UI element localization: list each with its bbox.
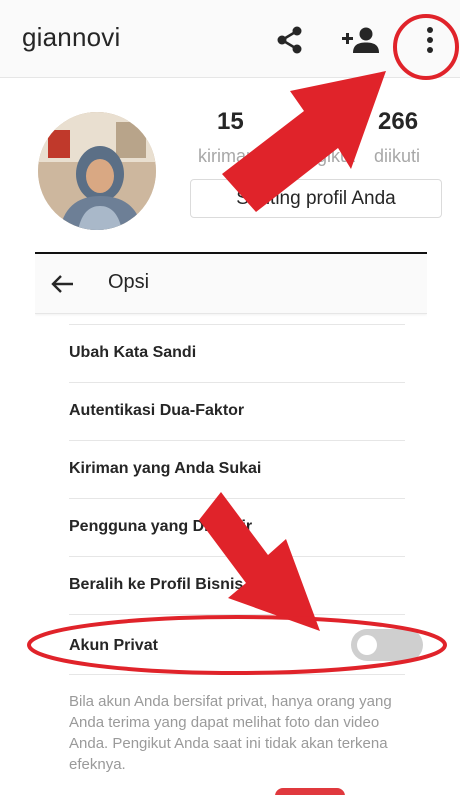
share-icon[interactable] [270,20,310,60]
options-title: Opsi [108,271,150,293]
menu-item-liked-posts[interactable]: Kiriman yang Anda Sukai [69,441,405,499]
partial-red-element [275,788,345,795]
profile-username: giannovi [22,22,121,52]
menu-item-label: Pengguna yang Diblokir [69,518,253,535]
private-account-toggle[interactable] [351,629,423,661]
following-label: diikuti [374,146,421,166]
more-vertical-icon[interactable] [410,20,450,60]
followers-label: pengikut [287,146,356,166]
toggle-knob [357,635,377,655]
options-screen: Opsi Ubah Kata Sandi Autentikasi Dua-Fak… [35,254,427,795]
menu-item-label: Beralih ke Profil Bisnis [69,576,244,593]
profile-header: giannovi [0,0,460,78]
menu-item-blocked-users[interactable]: Pengguna yang Diblokir [69,499,405,557]
menu-item-switch-business[interactable]: Beralih ke Profil Bisnis [69,557,405,615]
back-arrow-icon[interactable] [49,270,77,298]
add-person-icon[interactable] [340,20,380,60]
edit-profile-button[interactable]: Sunting profil Anda [190,179,442,218]
menu-item-label: Kiriman yang Anda Sukai [69,460,262,477]
menu-item-two-factor[interactable]: Autentikasi Dua-Faktor [69,383,405,441]
following-count: 266 [378,108,419,135]
options-header: Opsi [35,254,427,314]
menu-item-change-password[interactable]: Ubah Kata Sandi [69,325,405,383]
menu-item-private-account[interactable]: Akun Privat [69,615,423,675]
posts-count: 15 [217,108,244,135]
private-account-label: Akun Privat [69,637,158,654]
private-account-description: Bila akun Anda bersifat privat, hanya or… [69,693,392,773]
avatar[interactable] [38,112,156,230]
menu-item-label: Autentikasi Dua-Faktor [69,402,245,419]
menu-item-label: Ubah Kata Sandi [69,344,197,361]
posts-label: kiriman [198,146,257,166]
profile-screen: giannovi 15 kiriman pengikut 266 diikuti… [0,0,460,240]
